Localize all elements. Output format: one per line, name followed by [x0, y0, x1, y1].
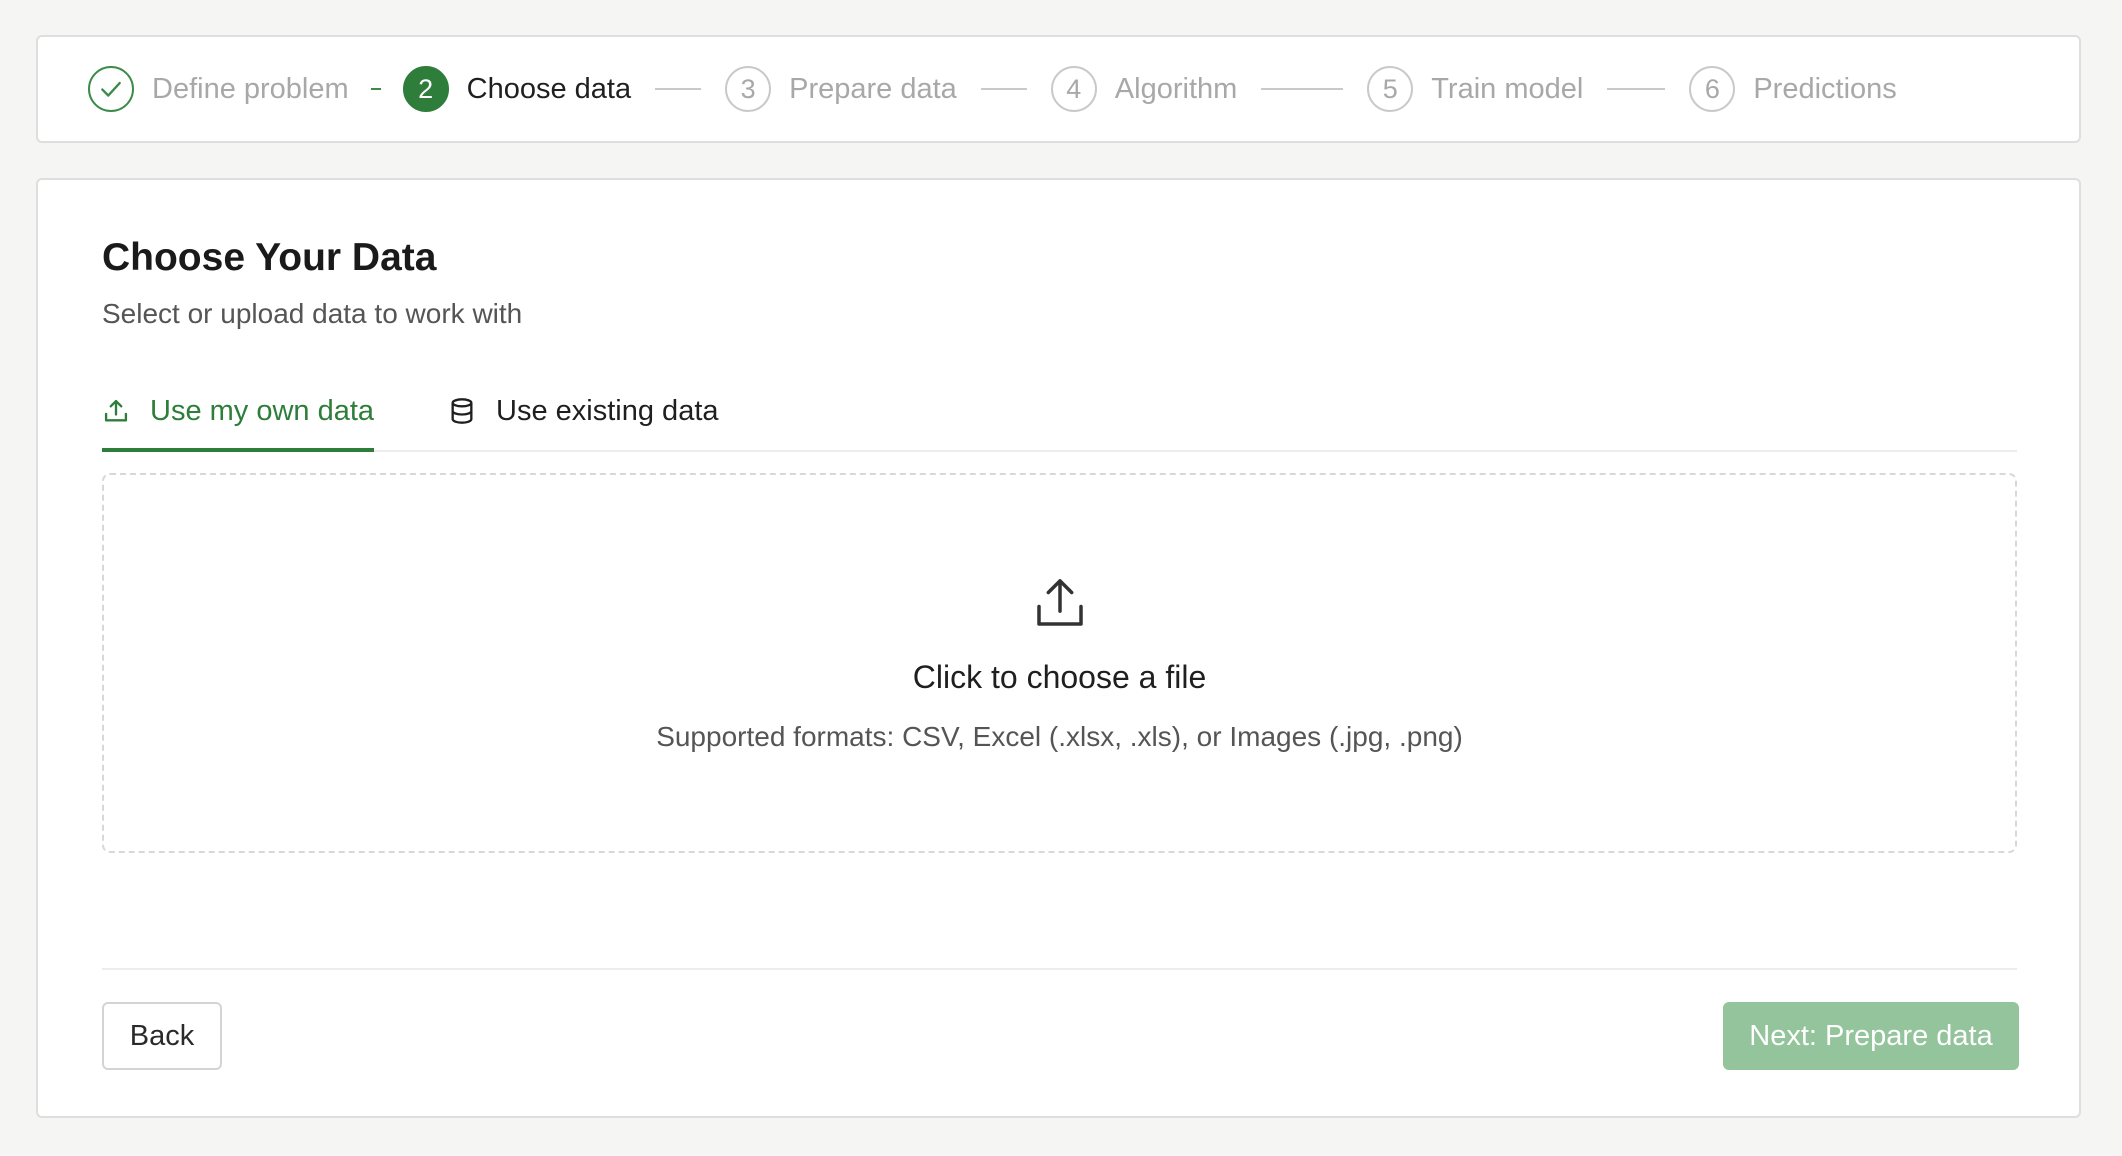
- step-label-choose-data: Choose data: [466, 72, 632, 105]
- supported-formats-text: Supported formats: CSV, Excel (.xlsx, .x…: [656, 721, 1463, 752]
- data-source-tabs: Use my own data Use existing data: [102, 380, 2017, 452]
- step-label-define-problem: Define problem: [152, 72, 349, 105]
- step-5-circle: 5: [1367, 66, 1414, 112]
- footer-divider: [102, 968, 2017, 970]
- step-label-predictions: Predictions: [1753, 72, 1897, 105]
- step-label-algorithm: Algorithm: [1114, 72, 1238, 105]
- step-algorithm[interactable]: 4 Algorithm: [1050, 66, 1238, 112]
- page-subtitle: Select or upload data to work with: [102, 298, 523, 329]
- step-train-model[interactable]: 5 Train model: [1367, 66, 1583, 112]
- tab-label: Use existing data: [496, 394, 719, 427]
- checkmark-icon: [101, 81, 121, 97]
- tab-use-my-own-data[interactable]: Use my own data: [102, 380, 375, 452]
- step-connector: [1607, 88, 1666, 90]
- tab-use-existing-data[interactable]: Use existing data: [448, 380, 719, 448]
- step-choose-data[interactable]: 2 Choose data: [402, 66, 632, 112]
- step-4-circle: 4: [1050, 66, 1097, 112]
- step-predictions[interactable]: 6 Predictions: [1689, 66, 1897, 112]
- choose-data-card: Choose Your Data Select or upload data t…: [36, 178, 2081, 1118]
- step-connector: [370, 88, 381, 90]
- dropzone-title: Click to choose a file: [912, 659, 1207, 695]
- step-label-train-model: Train model: [1431, 72, 1584, 105]
- upload-icon: [1036, 579, 1083, 626]
- step-label-prepare-data: Prepare data: [789, 72, 957, 105]
- database-icon: [448, 397, 476, 425]
- upload-icon: [102, 397, 130, 425]
- step-connector: [1261, 88, 1344, 90]
- page-title: Choose Your Data: [102, 236, 437, 279]
- step-1-circle: [88, 66, 134, 112]
- step-prepare-data[interactable]: 3 Prepare data: [725, 66, 957, 112]
- step-define-problem[interactable]: Define problem: [88, 66, 349, 112]
- tab-label: Use my own data: [150, 394, 375, 427]
- back-button[interactable]: Back: [102, 1002, 222, 1070]
- step-6-circle: 6: [1689, 66, 1736, 112]
- step-3-circle: 3: [725, 66, 772, 112]
- file-dropzone[interactable]: Click to choose a file Supported formats…: [102, 473, 2017, 853]
- step-2-circle: 2: [402, 66, 449, 112]
- progress-stepper: Define problem 2 Choose data 3 Prepare d…: [36, 35, 2081, 143]
- step-connector: [980, 88, 1027, 90]
- next-prepare-data-button[interactable]: Next: Prepare data: [1723, 1002, 2019, 1070]
- step-connector: [655, 88, 702, 90]
